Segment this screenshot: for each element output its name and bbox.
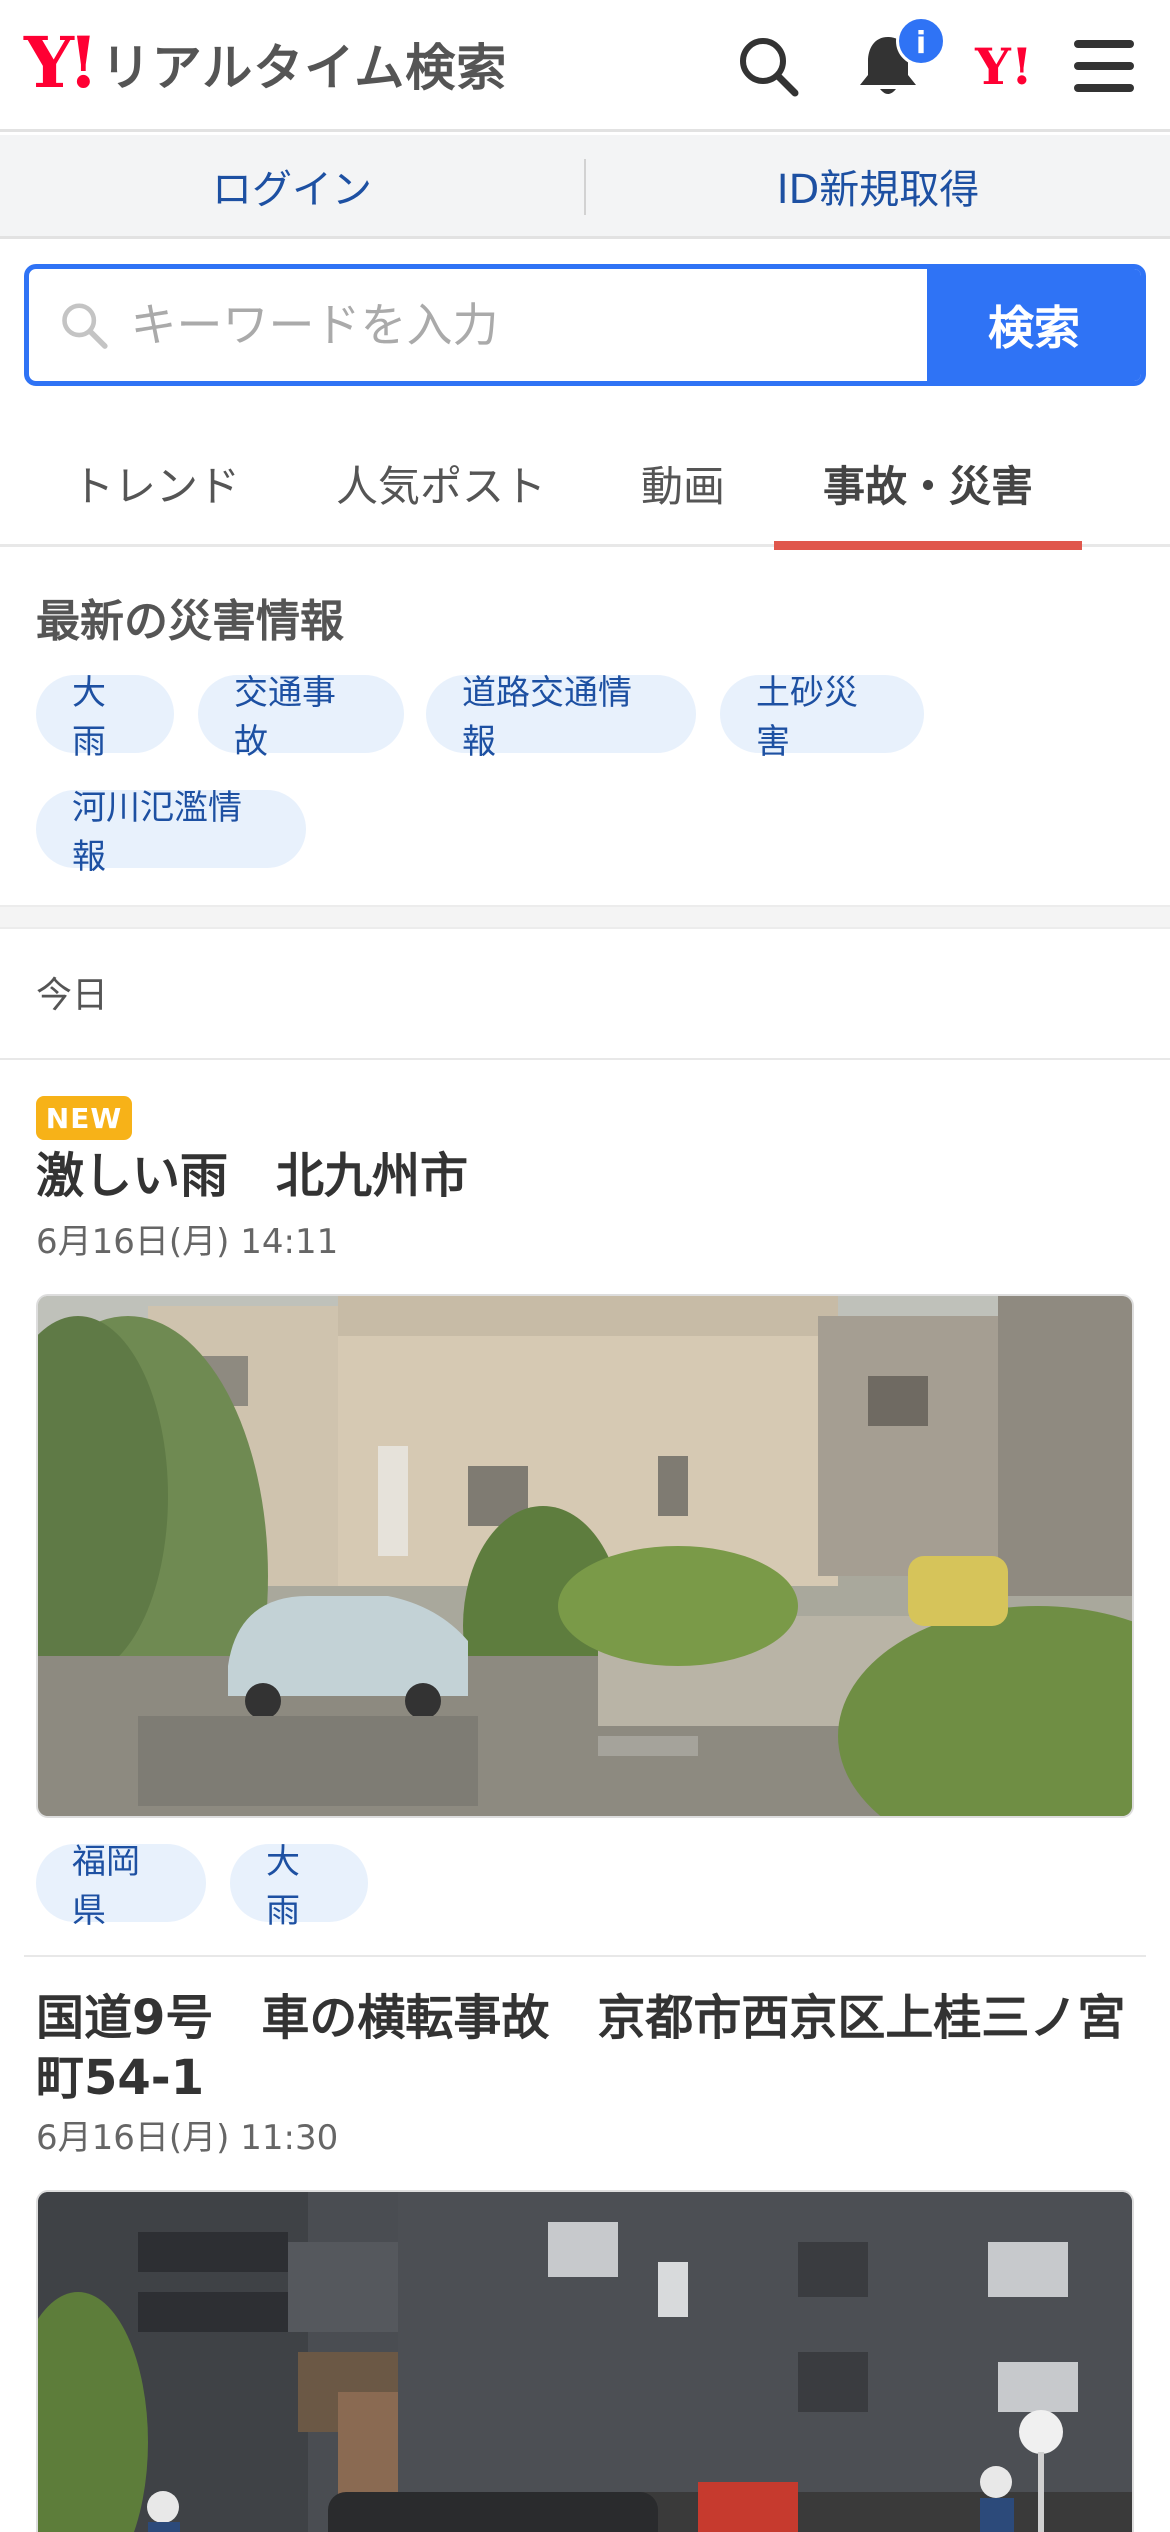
tag-chip[interactable]: 道路交通情報: [426, 673, 696, 762]
page: Y! リアルタイム検索 i Y! ログイン ID新規取得 キーワードを入力 検索…: [0, 0, 1170, 2532]
tag-chip[interactable]: 大雨: [36, 673, 174, 762]
notification-badge: i: [896, 16, 946, 66]
category-tabs: トレンド 人気ポスト 動画 事故・災害: [0, 420, 1170, 550]
post-date: 6月16日(月) 11:30: [36, 2118, 339, 2158]
tag-chip[interactable]: 交通事故: [198, 673, 404, 762]
tab-popular-posts[interactable]: 人気ポスト: [316, 420, 566, 547]
auth-bar: ログイン ID新規取得: [0, 135, 1170, 239]
search-field-icon: [62, 303, 108, 349]
new-badge: NEW: [36, 1096, 132, 1140]
post-title[interactable]: 激しい雨 北九州市: [36, 1146, 1136, 1206]
search-button[interactable]: 検索: [927, 269, 1141, 381]
tag-chip[interactable]: 福岡県: [36, 1842, 206, 1931]
post-image[interactable]: [36, 1294, 1134, 1818]
disaster-section-title: 最新の災害情報: [36, 596, 344, 647]
section-divider: [0, 905, 1170, 929]
tag-chip[interactable]: 大雨: [230, 1842, 368, 1931]
tab-accidents-disasters[interactable]: 事故・災害: [774, 420, 1082, 550]
post-image[interactable]: [36, 2190, 1134, 2532]
signup-link[interactable]: ID新規取得: [586, 135, 1170, 236]
search-form: 検索: [24, 264, 1146, 386]
day-label: 今日: [36, 975, 109, 1016]
search-input[interactable]: [130, 298, 927, 352]
search-icon[interactable]: [728, 26, 808, 106]
menu-icon[interactable]: [1064, 26, 1144, 106]
tab-trend[interactable]: トレンド: [36, 420, 276, 547]
tag-chip[interactable]: 河川氾濫情報: [36, 788, 306, 877]
login-link[interactable]: ログイン: [0, 135, 584, 236]
logo-text: リアルタイム検索: [100, 39, 508, 97]
header: Y! リアルタイム検索 i Y!: [0, 0, 1170, 132]
search-field: [29, 269, 927, 381]
divider: [24, 1955, 1146, 1957]
divider: [0, 1058, 1170, 1060]
yahoo-japan-icon[interactable]: Y!: [964, 26, 1044, 106]
yahoo-logo-mark: Y!: [24, 21, 99, 104]
post-date: 6月16日(月) 14:11: [36, 1222, 339, 1262]
tab-videos[interactable]: 動画: [608, 420, 758, 547]
post-title[interactable]: 国道9号 車の横転事故 京都市西京区上桂三ノ宮町54-1: [36, 1988, 1136, 2108]
tag-chip[interactable]: 土砂災害: [720, 673, 924, 762]
logo[interactable]: Y! リアルタイム検索: [24, 28, 507, 98]
